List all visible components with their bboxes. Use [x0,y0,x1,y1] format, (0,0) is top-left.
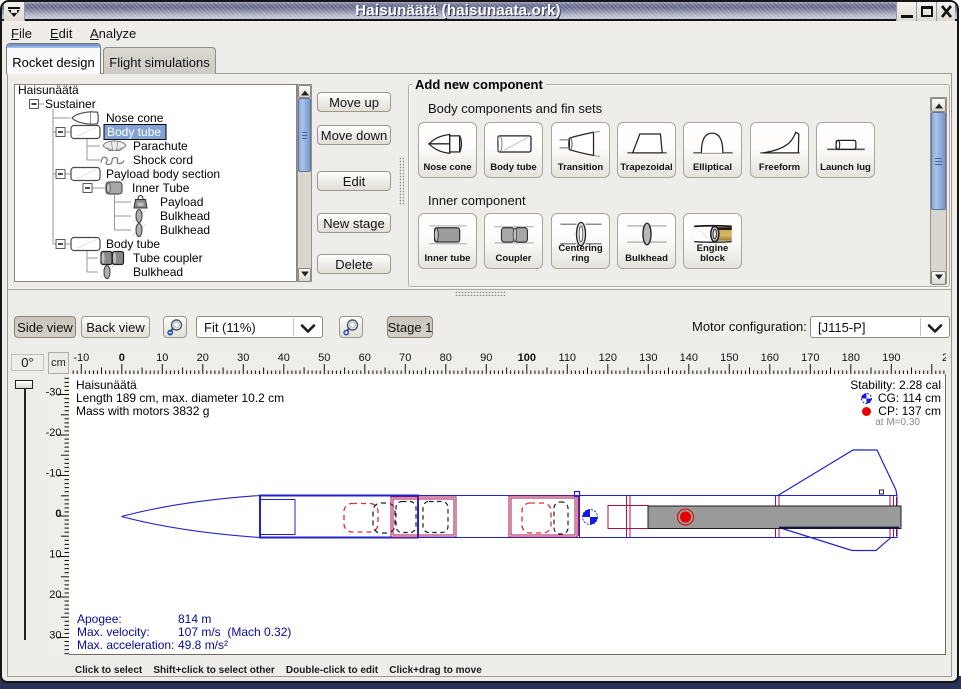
svg-text:Bulkhead: Bulkhead [160,223,210,237]
svg-text:Sustainer: Sustainer [45,97,96,111]
svg-text:50: 50 [318,352,330,364]
svg-text:140: 140 [680,352,698,364]
svg-text:Bulkhead: Bulkhead [160,209,210,223]
svg-text:20: 20 [49,589,61,601]
svg-text:70: 70 [399,352,411,364]
svg-text:-10: -10 [46,468,62,480]
svg-text:2: 2 [942,352,946,364]
svg-text:Body tube: Body tube [106,237,160,251]
svg-text:-10: -10 [73,352,89,364]
svg-text:Tube coupler: Tube coupler [133,251,203,265]
svg-text:Inner Tube: Inner Tube [132,181,190,195]
svg-text:30: 30 [49,630,61,642]
svg-text:-30: -30 [46,387,62,399]
svg-text:190: 190 [882,352,900,364]
svg-text:Shock cord: Shock cord [133,153,193,167]
svg-text:120: 120 [599,352,617,364]
svg-text:60: 60 [359,352,371,364]
svg-text:130: 130 [639,352,657,364]
svg-text:Payload body section: Payload body section [106,167,220,181]
svg-text:Haisunäätä: Haisunäätä [18,85,79,97]
svg-text:Nose cone: Nose cone [106,111,164,125]
svg-text:30: 30 [237,352,249,364]
svg-text:180: 180 [842,352,860,364]
svg-text:80: 80 [440,352,452,364]
svg-text:90: 90 [480,352,492,364]
svg-text:Payload: Payload [160,195,203,209]
svg-text:100: 100 [518,352,536,364]
svg-text:10: 10 [49,549,61,561]
svg-text:0: 0 [55,508,61,520]
svg-text:Parachute: Parachute [133,139,188,153]
svg-text:Body tube: Body tube [107,125,161,139]
svg-text:-20: -20 [46,427,62,439]
svg-text:0: 0 [119,352,125,364]
svg-text:40: 40 [278,352,290,364]
svg-text:110: 110 [559,352,577,364]
svg-text:160: 160 [761,352,779,364]
svg-text:20: 20 [197,352,209,364]
svg-text:10: 10 [156,352,168,364]
svg-text:150: 150 [720,352,738,364]
svg-text:Bulkhead: Bulkhead [133,265,183,279]
svg-text:170: 170 [801,352,819,364]
